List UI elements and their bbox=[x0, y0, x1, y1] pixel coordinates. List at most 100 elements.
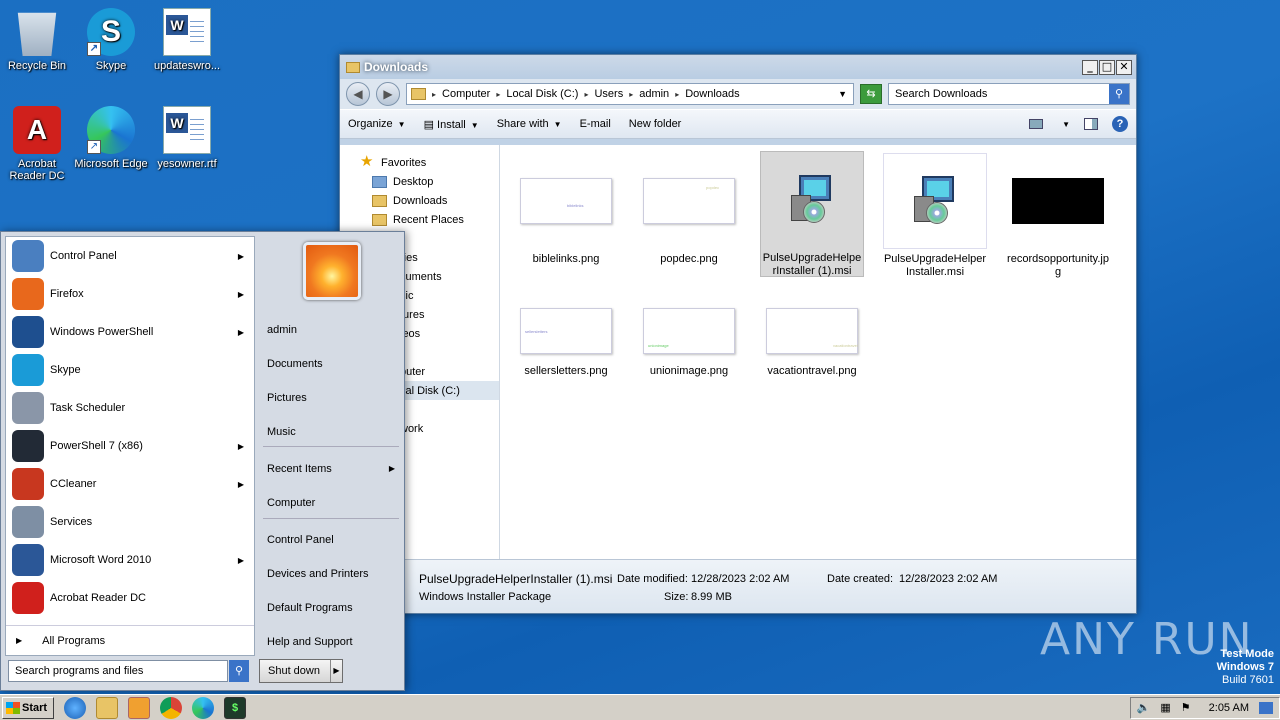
start-item-devices-printers[interactable]: Devices and Printers bbox=[267, 568, 369, 580]
desktop-icon-yesowner[interactable]: yesowner.rtf bbox=[150, 106, 224, 170]
close-button[interactable]: ✕ bbox=[1116, 59, 1132, 75]
all-programs-button[interactable]: ▶ All Programs bbox=[6, 625, 254, 655]
install-button[interactable]: ▤ Install ▼ bbox=[424, 118, 479, 131]
start-item-computer[interactable]: Computer bbox=[267, 497, 315, 509]
nav-favorites[interactable]: ★ Favorites bbox=[340, 153, 499, 172]
change-view-icon[interactable] bbox=[1029, 119, 1044, 129]
search-icon[interactable]: ⚲ bbox=[1109, 84, 1129, 104]
file-item[interactable]: vacationtravel vacationtravel.png bbox=[760, 301, 864, 378]
start-program-item[interactable]: PowerShell 7 (x86) ▶ bbox=[6, 427, 254, 465]
breadcrumb-item[interactable]: Downloads bbox=[685, 88, 739, 100]
chrome-icon[interactable] bbox=[160, 696, 182, 719]
internet-explorer-icon[interactable] bbox=[64, 696, 86, 719]
file-item[interactable]: biblelinks biblelinks.png bbox=[514, 153, 618, 266]
search-icon[interactable]: ⚲ bbox=[229, 660, 249, 682]
start-item-admin[interactable]: admin bbox=[267, 324, 297, 336]
chevron-right-icon: ▶ bbox=[237, 289, 244, 299]
address-bar[interactable]: ▸ Computer ▸ Local Disk (C:) ▸ Users ▸ a… bbox=[406, 83, 854, 105]
start-item-pictures[interactable]: Pictures bbox=[267, 392, 307, 404]
chevron-down-icon[interactable]: ▼ bbox=[1062, 120, 1070, 129]
maximize-button[interactable]: □ bbox=[1099, 59, 1115, 75]
back-button[interactable]: ◀ bbox=[346, 82, 370, 106]
desktop-icon-label: yesowner.rtf bbox=[157, 158, 217, 170]
start-program-item[interactable]: Windows PowerShell ▶ bbox=[6, 313, 254, 351]
start-program-item[interactable]: Skype bbox=[6, 351, 254, 389]
edge-icon[interactable] bbox=[192, 696, 214, 719]
recent-places-icon bbox=[372, 213, 387, 226]
start-item-help-support[interactable]: Help and Support bbox=[267, 636, 353, 648]
breadcrumb-item[interactable]: Local Disk (C:) bbox=[506, 88, 578, 100]
help-icon[interactable]: ? bbox=[1112, 116, 1128, 132]
nav-recent-places[interactable]: Recent Places bbox=[340, 210, 499, 229]
address-bar-row: ◀ ▶ ▸ Computer ▸ Local Disk (C:) ▸ Users… bbox=[340, 79, 1136, 109]
show-desktop-icon[interactable] bbox=[1259, 701, 1273, 714]
file-item[interactable]: PulseUpgradeHelperInstaller.msi bbox=[883, 153, 987, 279]
start-program-item[interactable]: Firefox ▶ bbox=[6, 275, 254, 313]
start-item-control-panel[interactable]: Control Panel bbox=[267, 534, 334, 546]
program-label: Firefox bbox=[50, 288, 84, 300]
preview-pane-icon[interactable] bbox=[1084, 118, 1098, 130]
start-program-item[interactable]: Task Scheduler bbox=[6, 389, 254, 427]
terminal-app-icon[interactable]: $ bbox=[224, 696, 246, 719]
forward-button[interactable]: ▶ bbox=[376, 82, 400, 106]
desktop-icon-updateswro[interactable]: updateswro... bbox=[150, 8, 224, 72]
search-placeholder: Search programs and files bbox=[15, 665, 144, 677]
start-item-default-programs[interactable]: Default Programs bbox=[267, 602, 353, 614]
desktop-icon-acrobat[interactable]: A Acrobat Reader DC bbox=[0, 106, 74, 182]
media-player-icon[interactable] bbox=[128, 696, 150, 719]
file-name: recordsopportunity.jpg bbox=[1007, 253, 1109, 278]
start-program-item[interactable]: Services bbox=[6, 503, 254, 541]
start-program-item[interactable]: Acrobat Reader DC bbox=[6, 579, 254, 617]
file-item[interactable]: popdec popdec.png bbox=[637, 153, 741, 266]
start-item-recent-items[interactable]: Recent Items bbox=[267, 463, 332, 475]
title-bar[interactable]: Downloads _ □ ✕ bbox=[340, 55, 1136, 79]
start-program-item[interactable]: CCleaner ▶ bbox=[6, 465, 254, 503]
search-input[interactable]: Search Downloads ⚲ bbox=[888, 83, 1130, 105]
email-button[interactable]: E-mail bbox=[580, 118, 611, 130]
file-explorer-icon[interactable] bbox=[96, 696, 118, 719]
new-folder-button[interactable]: New folder bbox=[629, 118, 682, 130]
chevron-down-icon: ▼ bbox=[553, 120, 562, 129]
nav-desktop[interactable]: Desktop bbox=[340, 172, 499, 191]
organize-button[interactable]: Organize ▼ bbox=[348, 118, 406, 130]
volume-icon[interactable]: 🔈 bbox=[1137, 701, 1151, 714]
refresh-button[interactable]: ⇆ bbox=[860, 84, 882, 104]
separator bbox=[263, 446, 399, 447]
program-label: Microsoft Word 2010 bbox=[50, 554, 152, 566]
start-program-item[interactable]: Microsoft Word 2010 ▶ bbox=[6, 541, 254, 579]
program-label: Acrobat Reader DC bbox=[50, 592, 146, 604]
share-with-button[interactable]: Share with ▼ bbox=[497, 118, 562, 130]
breadcrumb-item[interactable]: admin bbox=[639, 88, 669, 100]
shutdown-button[interactable]: Shut down ▶ bbox=[259, 659, 343, 683]
file-item[interactable]: sellersletters sellersletters.png bbox=[514, 301, 618, 378]
chevron-down-icon: ▼ bbox=[397, 120, 406, 129]
network-icon[interactable]: ▦ bbox=[1160, 701, 1170, 714]
start-item-documents[interactable]: Documents bbox=[267, 358, 323, 370]
start-program-item[interactable]: Control Panel ▶ bbox=[6, 237, 254, 275]
breadcrumb-item[interactable]: Users bbox=[594, 88, 623, 100]
details-type: Windows Installer Package bbox=[419, 591, 552, 603]
program-icon bbox=[12, 392, 44, 424]
file-item-selected[interactable]: PulseUpgradeHelperInstaller (1).msi bbox=[760, 151, 864, 277]
breadcrumb-item[interactable]: Computer bbox=[442, 88, 490, 100]
action-center-flag-icon[interactable]: ⚑ bbox=[1181, 701, 1191, 714]
chevron-right-icon[interactable]: ▶ bbox=[330, 660, 342, 682]
start-search-input[interactable]: Search programs and files bbox=[8, 660, 228, 682]
clock[interactable]: 2:05 AM bbox=[1209, 702, 1249, 714]
desktop-icon-skype[interactable]: S ↗ Skype bbox=[74, 8, 148, 72]
start-item-music[interactable]: Music bbox=[267, 426, 296, 438]
start-menu-programs: Control Panel ▶ Firefox ▶ Windows PowerShell… bbox=[5, 236, 255, 656]
watermark-line: Test Mode bbox=[1220, 648, 1274, 660]
user-avatar[interactable] bbox=[303, 242, 361, 300]
desktop-icon-recycle-bin[interactable]: Recycle Bin bbox=[0, 8, 74, 72]
chevron-down-icon[interactable]: ▼ bbox=[838, 89, 847, 99]
minimize-button[interactable]: _ bbox=[1082, 59, 1098, 75]
file-item[interactable]: unionimage unionimage.png bbox=[637, 301, 741, 378]
chevron-right-icon: ▸ bbox=[629, 89, 634, 99]
file-item[interactable]: recordsopportunity.jpg bbox=[1006, 153, 1110, 279]
nav-downloads[interactable]: Downloads bbox=[340, 191, 499, 210]
command-bar: Organize ▼ ▤ Install ▼ Share with ▼ E-mail … bbox=[340, 109, 1136, 139]
start-button[interactable]: Start bbox=[2, 696, 54, 719]
desktop-icon-edge[interactable]: ↗ Microsoft Edge bbox=[74, 106, 148, 170]
program-icon bbox=[12, 544, 44, 576]
